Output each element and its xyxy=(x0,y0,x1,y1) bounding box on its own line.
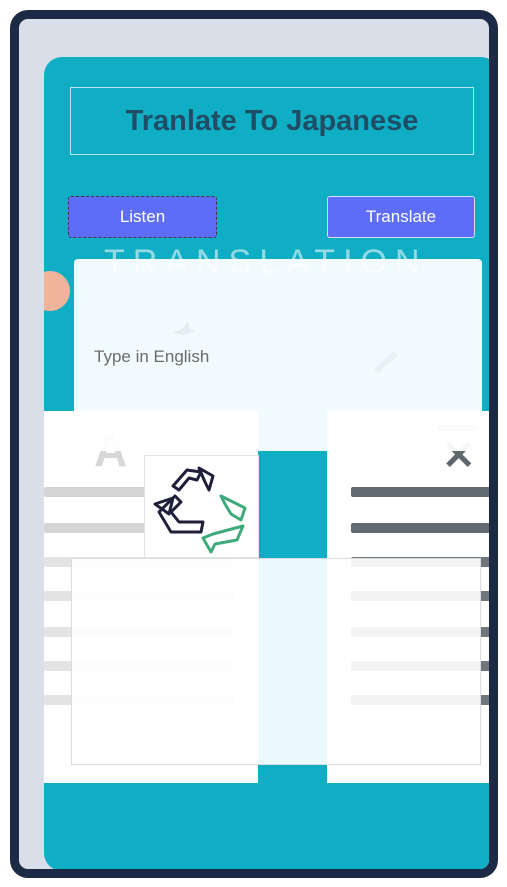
title-box: Tranlate To Japanese xyxy=(70,87,474,155)
decorative-pencil-icon xyxy=(374,351,398,373)
translator-card: TRANSLATION A ✕ Tranlate To Japanese xyxy=(44,57,489,869)
input-placeholder: Type in English xyxy=(94,347,210,366)
page-title: Tranlate To Japanese xyxy=(125,104,419,137)
listen-button[interactable]: Listen xyxy=(68,196,217,238)
swap-languages-button[interactable] xyxy=(144,455,259,558)
decorative-line xyxy=(351,523,489,533)
decorative-line xyxy=(351,487,489,497)
decorative-bird-icon xyxy=(172,321,196,335)
decorative-blob xyxy=(44,271,70,311)
recycle-icon xyxy=(153,466,247,554)
translate-button[interactable]: Translate xyxy=(327,196,475,238)
english-input[interactable]: Type in English xyxy=(74,259,482,451)
device-frame: TRANSLATION A ✕ Tranlate To Japanese xyxy=(10,10,498,878)
japanese-output xyxy=(71,558,481,765)
